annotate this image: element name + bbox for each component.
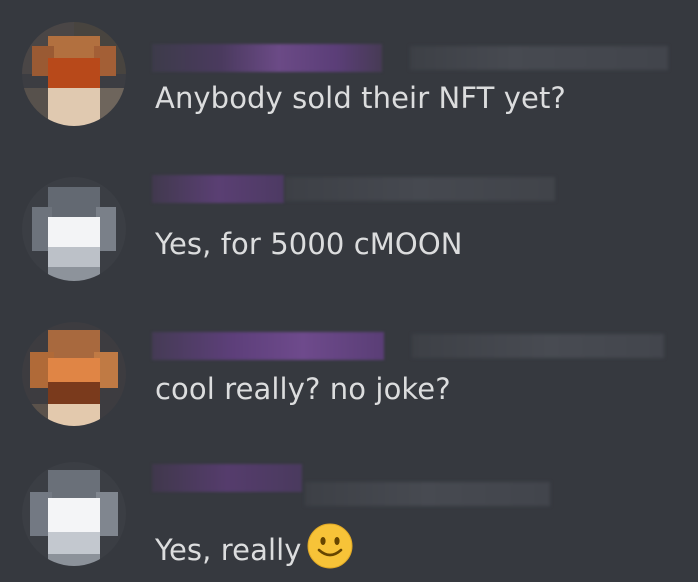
- timestamp-redacted: [412, 334, 664, 358]
- message-text-content: Yes, really: [155, 533, 302, 567]
- username-redacted[interactable]: [152, 332, 384, 360]
- timestamp-redacted: [305, 482, 550, 506]
- message-text: Yes, for 5000 cMOON: [155, 227, 463, 261]
- avatar[interactable]: [22, 322, 126, 426]
- username-redacted[interactable]: [152, 464, 302, 492]
- avatar[interactable]: [22, 177, 126, 281]
- avatar[interactable]: [22, 462, 126, 566]
- chat-message: cool really? no joke?: [0, 300, 698, 440]
- username-redacted[interactable]: [152, 175, 284, 203]
- message-text: Anybody sold their NFT yet?: [155, 81, 566, 115]
- message-text: Yes, really: [155, 522, 354, 570]
- chat-message: Anybody sold their NFT yet?: [0, 0, 698, 140]
- username-redacted[interactable]: [152, 44, 382, 72]
- slightly-smiling-face-icon[interactable]: [306, 522, 354, 570]
- avatar[interactable]: [22, 22, 126, 126]
- chat-message: Yes, for 5000 cMOON: [0, 155, 698, 295]
- chat-message: Yes, really: [0, 442, 698, 582]
- timestamp-redacted: [285, 177, 555, 201]
- chat-message-list: Anybody sold their NFT yet? Yes, for 500…: [0, 0, 698, 582]
- message-text: cool really? no joke?: [155, 372, 451, 406]
- timestamp-redacted: [410, 46, 668, 70]
